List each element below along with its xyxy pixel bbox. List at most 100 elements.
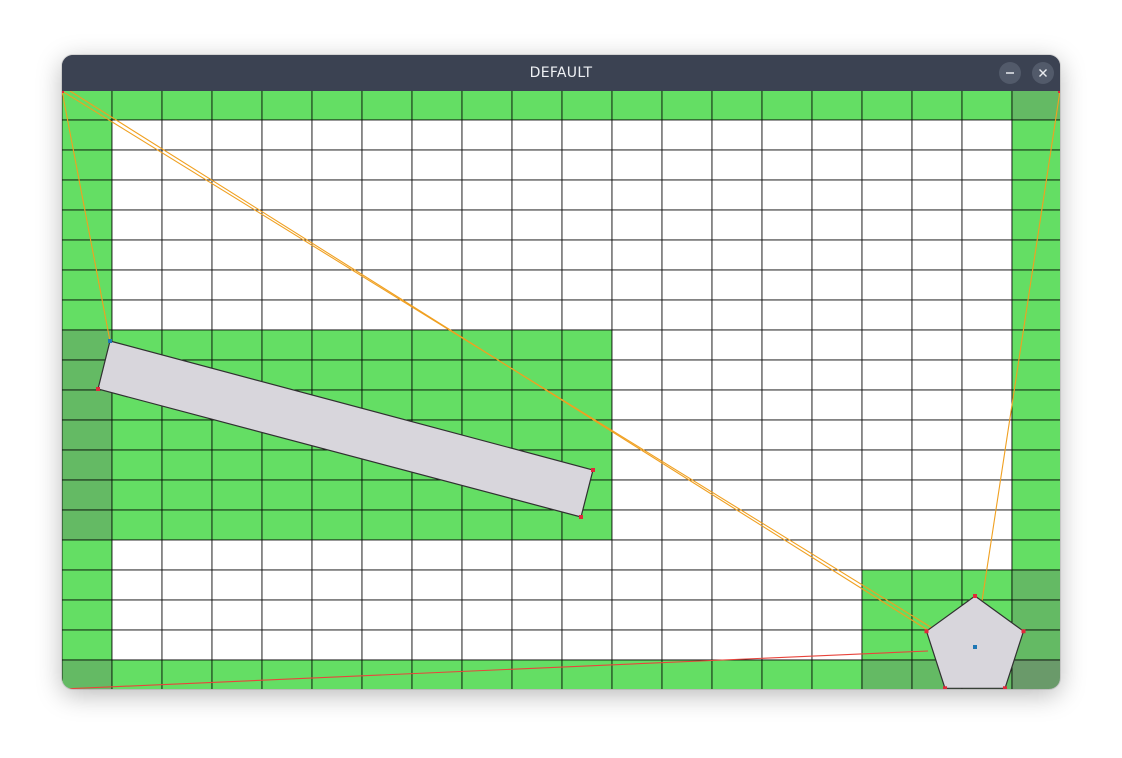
grid-cell [1011, 179, 1060, 211]
grid-cell [611, 539, 663, 571]
grid-cell [661, 269, 713, 301]
grid-cell [811, 659, 863, 689]
grid-cell [611, 509, 663, 541]
grid-cell [811, 509, 863, 541]
grid-cell [211, 539, 263, 571]
grid-cell [661, 179, 713, 211]
grid-cell [611, 449, 663, 481]
grid-cell [211, 119, 263, 151]
grid-cell [461, 509, 513, 541]
grid-cell [711, 509, 763, 541]
grid-cell [661, 299, 713, 331]
scene-svg [62, 91, 1060, 689]
grid-cell [261, 91, 313, 121]
grid-cell [261, 329, 313, 361]
grid-cell [211, 329, 263, 361]
grid-cell [561, 659, 613, 689]
grid-cell [511, 599, 563, 631]
grid-cell [111, 209, 163, 241]
grid-cell [661, 479, 713, 511]
grid-cell [911, 209, 963, 241]
grid-cell [311, 509, 363, 541]
grid-cell [711, 599, 763, 631]
grid-cell [561, 119, 613, 151]
grid-cell [62, 569, 113, 601]
grid-cell [311, 629, 363, 661]
grid-cell [961, 509, 1013, 541]
grid-cell [111, 239, 163, 271]
grid-cell [761, 599, 813, 631]
grid-cell [361, 539, 413, 571]
grid-cell [311, 179, 363, 211]
grid-cell [761, 449, 813, 481]
grid-cell [161, 209, 213, 241]
grid-cell [62, 599, 113, 631]
grid-cell [711, 91, 763, 121]
grid-cell [1011, 149, 1060, 181]
grid-cell [561, 91, 613, 121]
grid-cell [211, 509, 263, 541]
grid-cell [861, 629, 913, 661]
grid-cell [62, 509, 113, 541]
grid-cell [661, 329, 713, 361]
title-bar[interactable]: DEFAULT [62, 55, 1060, 91]
grid-cell [711, 419, 763, 451]
grid-cell [111, 269, 163, 301]
grid-cell [361, 569, 413, 601]
grid-cell [511, 269, 563, 301]
grid-cell [761, 479, 813, 511]
grid-cell [461, 91, 513, 121]
grid-cell [361, 91, 413, 121]
grid-cell [211, 239, 263, 271]
grid-cell [811, 419, 863, 451]
grid-cell [761, 509, 813, 541]
grid-cell [62, 209, 113, 241]
grid-cell [561, 299, 613, 331]
grid-cell [861, 239, 913, 271]
grid-cell [711, 569, 763, 601]
grid-cell [811, 599, 863, 631]
grid-cell [711, 149, 763, 181]
grid-cell [811, 119, 863, 151]
grid-cell [261, 539, 313, 571]
grid-cell [811, 239, 863, 271]
grid-cell [62, 389, 113, 421]
grid-cell [411, 119, 463, 151]
simulation-canvas[interactable] [62, 91, 1060, 689]
minimize-button[interactable] [999, 62, 1021, 84]
grid-cell [361, 299, 413, 331]
vertex-marker [96, 387, 100, 391]
grid-cell [161, 599, 213, 631]
grid-cell [62, 119, 113, 151]
grid-cell [461, 659, 513, 689]
grid-cell [761, 179, 813, 211]
grid-cell [911, 119, 963, 151]
grid-cell [62, 479, 113, 511]
close-button[interactable] [1032, 62, 1054, 84]
grid-cell [711, 659, 763, 689]
grid-cell [111, 299, 163, 331]
grid-cell [361, 119, 413, 151]
grid-cell [411, 149, 463, 181]
grid-cell [911, 359, 963, 391]
grid-cell [62, 329, 113, 361]
grid-cell [661, 659, 713, 689]
grid-cell [111, 119, 163, 151]
grid-cell [461, 179, 513, 211]
grid-cell [311, 479, 363, 511]
grid-cell [561, 629, 613, 661]
grid-cell [761, 569, 813, 601]
grid-cell [211, 269, 263, 301]
grid-cell [261, 209, 313, 241]
grid-cell [811, 389, 863, 421]
grid-cell [811, 149, 863, 181]
grid-cell [161, 419, 213, 451]
grid-cell [961, 389, 1013, 421]
grid-cell [711, 269, 763, 301]
grid-cell [561, 599, 613, 631]
grid-cell [1011, 389, 1060, 421]
grid-cell [811, 91, 863, 121]
grid-cell [361, 509, 413, 541]
grid-cell [911, 449, 963, 481]
grid-cell [961, 209, 1013, 241]
